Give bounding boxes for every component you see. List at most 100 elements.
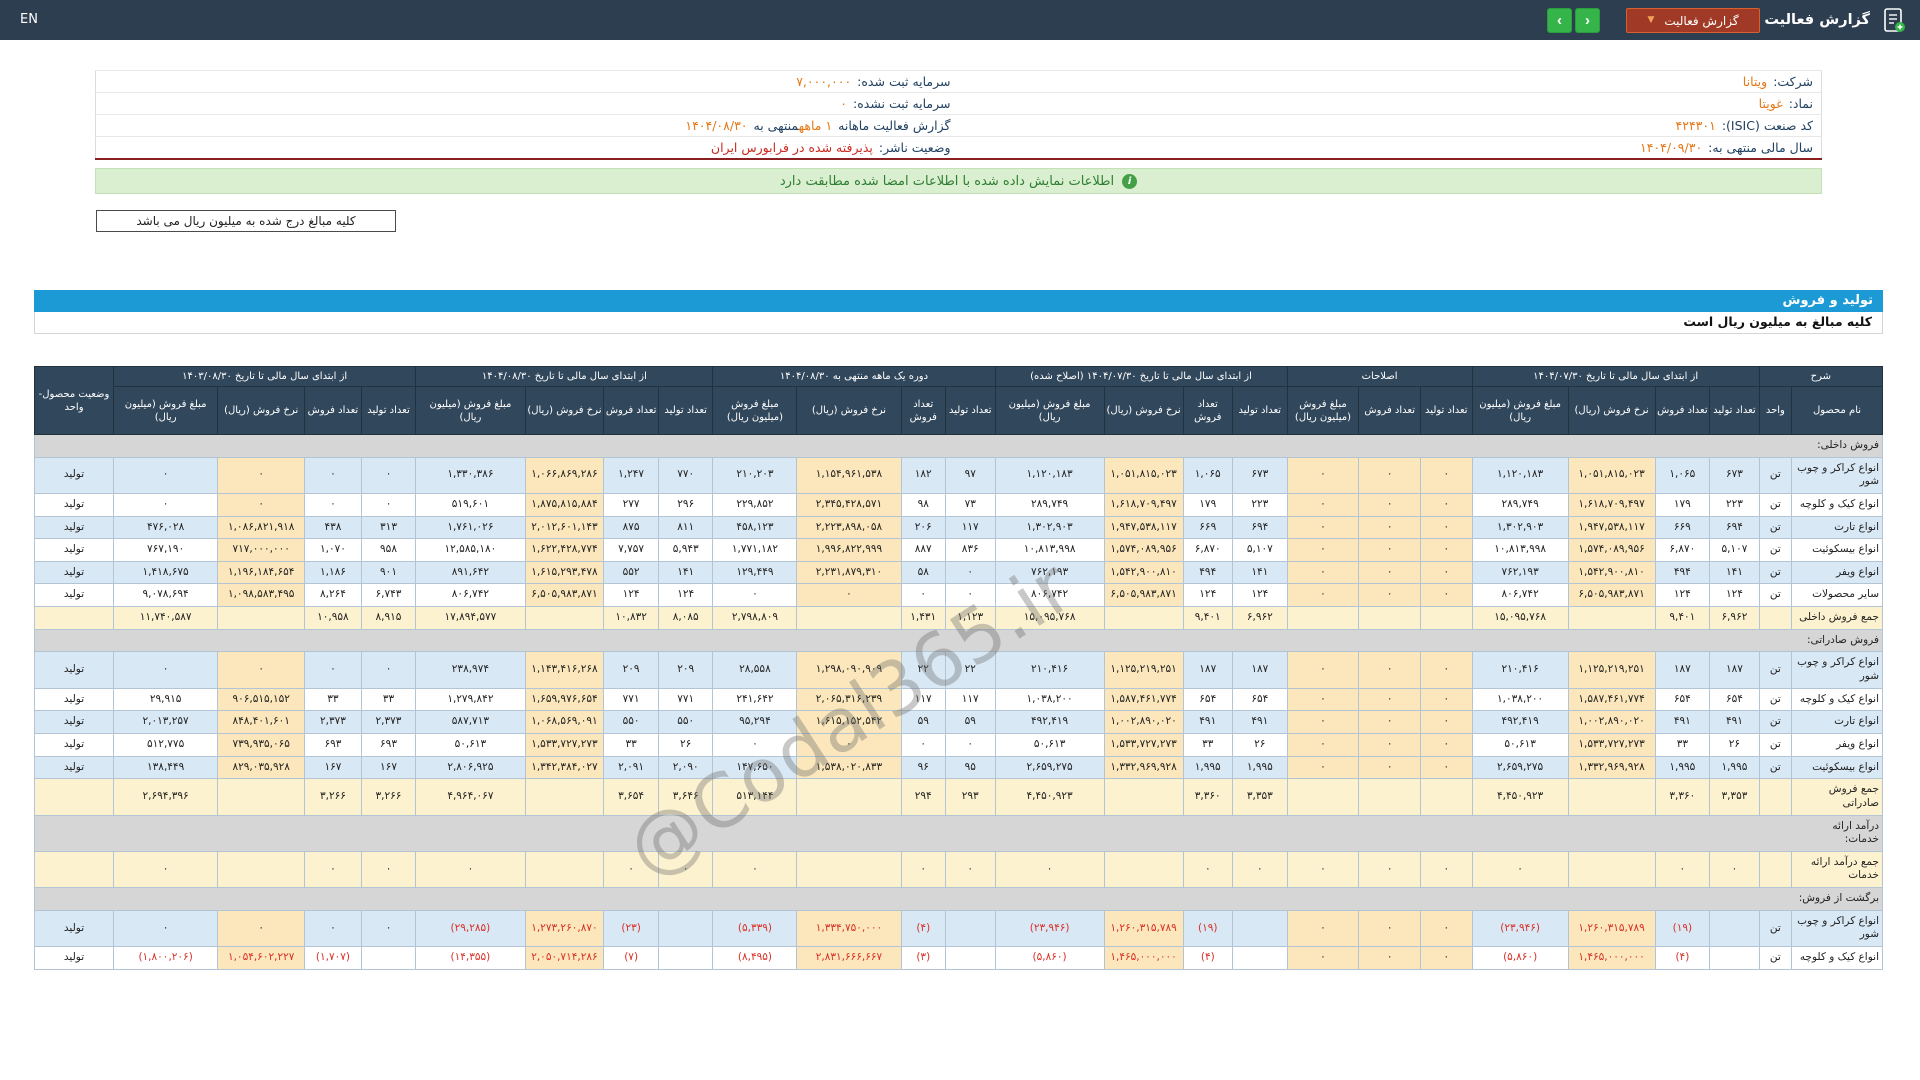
value-cell: ۰: [796, 583, 902, 608]
value-cell: ۶۵۴: [1232, 687, 1288, 712]
value-cell: ۵,۱۰۷: [1232, 538, 1288, 562]
value-cell: ۰: [360, 492, 417, 517]
value-cell: ۳۳: [603, 732, 659, 757]
value-cell: [796, 778, 902, 816]
value-cell: ۱,۶۱۸,۷۰۹,۴۹۷: [1567, 492, 1656, 517]
value-cell: ۷۱۷,۰۰۰,۰۰۰: [217, 538, 306, 562]
column-header: تعداد تولید: [1232, 386, 1288, 435]
column-header: نرخ فروش (ریال): [796, 386, 902, 435]
column-header: تعداد فروش: [603, 386, 659, 435]
value-cell: ۰: [1358, 687, 1422, 712]
value-cell: [1103, 606, 1184, 630]
value-cell: ۸۷۵: [603, 515, 659, 540]
value-cell: [360, 946, 417, 970]
value-cell: تن: [1758, 492, 1793, 517]
value-cell: ۵۰,۶۱۳: [415, 732, 526, 757]
value-cell: ۱۲,۵۸۵,۱۸۰: [415, 538, 526, 562]
value-cell: ۳۳: [1182, 732, 1234, 757]
product-name-cell: انواع کیک و کلوچه: [1791, 492, 1883, 517]
status-cell: [33, 778, 115, 816]
value-cell: ۰: [304, 850, 362, 889]
report-nav: ‹ ›: [1547, 8, 1600, 33]
value-cell: ۱,۵۳۳,۷۲۷,۲۷۳: [524, 732, 605, 757]
value-cell: ۰: [944, 583, 996, 608]
value-cell: ۱,۰۵۴,۶۰۲,۲۲۷: [217, 946, 306, 970]
value-cell: ۲,۰۹۰: [657, 755, 714, 780]
value-cell: ۲۸۹,۷۴۹: [994, 492, 1105, 517]
value-cell: ۹۵۸: [360, 538, 417, 562]
value-cell: (۲۳,۹۴۶): [1471, 909, 1569, 948]
value-cell: ۱,۰۳۸,۲۰۰: [994, 687, 1105, 712]
column-header: تعداد تولید: [657, 386, 714, 435]
value-cell: ۲۹۶: [657, 492, 714, 517]
value-cell: ۱,۱۲۳: [944, 606, 996, 630]
value-cell: ۰: [360, 909, 417, 948]
report-type-label: گزارش فعالیت: [1664, 13, 1739, 28]
value-cell: ۱,۷۷۱,۱۸۲: [712, 538, 798, 562]
section-label-cell: فروش صادراتی:: [34, 628, 1883, 653]
status-cell: تولید: [33, 583, 115, 608]
value-cell: ۰: [944, 732, 996, 757]
unregistered-capital-label: سرمایه ثبت نشده:: [853, 96, 951, 111]
value-cell: [1232, 946, 1288, 970]
value-cell: [1709, 909, 1760, 948]
total-row: جمع فروش صادراتی ۳,۳۵۳ ۳,۳۶۰ ۴,۴۵۰,۹۲۳ ۳,۳۵۳…: [33, 778, 1883, 816]
value-cell: ۱,۳۳۰,۳۸۶: [415, 456, 526, 494]
column-header: تعداد فروش: [1182, 386, 1234, 435]
value-cell: ۰: [113, 651, 219, 689]
signature-match-banner: i اطلاعات نمایش داده شده با اطلاعات امضا…: [95, 168, 1822, 194]
value-cell: ۲,۶۹۴,۳۹۶: [113, 778, 219, 816]
value-cell: ۲,۶۵۹,۲۷۵: [994, 755, 1105, 780]
value-cell: ۷۶۷,۱۹۰: [113, 538, 219, 562]
product-name-cell: انواع ویفر: [1791, 560, 1883, 585]
value-cell: ۲۶: [1232, 732, 1288, 757]
prev-report-button[interactable]: ‹: [1547, 8, 1572, 33]
value-cell: ۲۱۰,۲۰۳: [712, 456, 798, 494]
value-cell: ۱۲۴: [1654, 583, 1711, 608]
value-cell: ۲۱۰,۴۱۶: [994, 651, 1105, 689]
value-cell: ۱,۱۴۳,۴۱۶,۲۶۸: [524, 651, 605, 689]
product-name-cell: جمع فروش داخلی: [1791, 606, 1883, 630]
value-cell: ۱,۱۲۰,۱۸۳: [1471, 456, 1569, 494]
next-report-button[interactable]: ›: [1575, 8, 1600, 33]
isic-label: کد صنعت (ISIC):: [1721, 118, 1813, 133]
value-cell: ۲,۰۱۳,۲۵۷: [113, 710, 219, 734]
value-cell: ۱۰,۸۳۲: [603, 606, 659, 630]
ending-label: منتهی به: [753, 118, 799, 133]
info-row: کد صنعت (ISIC): ۴۲۴۳۰۱ گزارش فعالیت ماهان…: [95, 114, 1822, 137]
value-cell: [796, 606, 902, 630]
value-cell: ۰: [1358, 946, 1422, 970]
value-cell: ۰: [1358, 560, 1422, 585]
value-cell: ۳۱۳: [360, 515, 417, 540]
value-cell: ۶۹۳: [360, 732, 417, 757]
value-cell: [944, 909, 996, 948]
value-cell: ۶۹۴: [1232, 515, 1288, 540]
value-cell: ۲,۰۹۱: [603, 755, 659, 780]
info-row: شرکت: ویتانا سرمایه ثبت شده: ۷,۰۰۰,۰۰۰: [95, 70, 1822, 93]
value-cell: ۷۶۲,۱۹۳: [1471, 560, 1569, 585]
value-cell: ۲۲۳: [1232, 492, 1288, 517]
language-toggle[interactable]: EN: [20, 0, 38, 40]
value-cell: تن: [1758, 755, 1793, 780]
table-row: انواع تارت تن ۴۹۱ ۴۹۱ ۱,۰۰۲,۸۹۰,۰۲۰ ۴۹۲,۴۱۹ ۰ ۰…: [33, 710, 1883, 734]
status-cell: تولید: [33, 651, 115, 689]
section-title-bar: تولید و فروش: [34, 290, 1883, 312]
value-cell: ۲۹۴: [900, 778, 946, 816]
value-cell: ۴,۴۵۰,۹۲۳: [1471, 778, 1569, 816]
total-row: جمع فروش داخلی ۶,۹۶۲ ۹,۴۰۱ ۱۵,۰۹۵,۷۶۸ ۶,۹۶۲ ۹…: [33, 606, 1883, 630]
value-cell: ۴۹۱: [1182, 710, 1234, 734]
value-cell: ۱۰,۹۵۸: [304, 606, 362, 630]
table-row: انواع ویفر تن ۲۶ ۳۳ ۱,۵۳۳,۷۲۷,۲۷۳ ۵۰,۶۱۳ ۰ ۰ ۰ ۲۶…: [33, 732, 1883, 757]
value-cell: ۰: [1420, 560, 1473, 585]
value-cell: ۰: [1420, 583, 1473, 608]
report-type-select[interactable]: گزارش فعالیت ▼: [1626, 8, 1760, 33]
value-cell: ۱۱۷: [944, 687, 996, 712]
value-cell: ۲,۰۶۵,۳۱۶,۲۳۹: [796, 687, 902, 712]
value-cell: ۱۴۱: [657, 560, 714, 585]
value-cell: ۸۰۶,۷۴۲: [1471, 583, 1569, 608]
isic-value: ۴۲۴۳۰۱: [1675, 118, 1716, 133]
value-cell: ۱۸۷: [1182, 651, 1234, 689]
value-cell: ۱۵,۰۹۵,۷۶۸: [1471, 606, 1569, 630]
value-cell: ۳,۳۶۰: [1654, 778, 1711, 816]
value-cell: ۲,۲۲۳,۸۹۸,۰۵۸: [796, 515, 902, 540]
